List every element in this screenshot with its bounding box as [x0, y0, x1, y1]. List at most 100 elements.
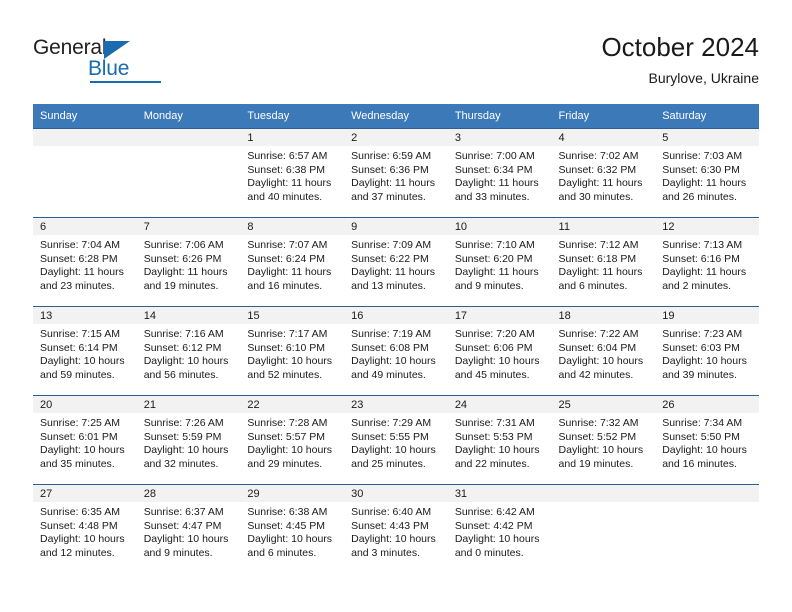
calendar-empty-cell	[655, 484, 759, 573]
day-info-line: Daylight: 10 hours	[454, 355, 540, 368]
calendar-day-cell[interactable]: 24 Sunrise: 7:31 AM Sunset: 5:53 PM Dayligh…	[447, 395, 552, 485]
day-info-line: Sunset: 5:50 PM	[662, 430, 740, 443]
day-info-line: Sunrise: 7:34 AM	[662, 417, 743, 429]
day-info-line: Sunset: 5:55 PM	[351, 430, 429, 443]
day-number: 25	[551, 396, 656, 413]
day-cell-inner: 31 Sunrise: 6:42 AM Sunset: 4:42 PM Dayligh…	[447, 485, 552, 573]
day-number: 7	[136, 218, 241, 235]
day-info-line: Sunrise: 7:19 AM	[351, 328, 432, 340]
calendar-day-cell[interactable]: 1 Sunrise: 6:57 AM Sunset: 6:38 PM Daylight…	[240, 128, 345, 218]
day-info-line: Sunrise: 6:59 AM	[351, 150, 432, 162]
day-cell-inner: 27 Sunrise: 6:35 AM Sunset: 4:48 PM Dayligh…	[33, 485, 137, 573]
calendar-day-cell[interactable]: 3 Sunrise: 7:00 AM Sunset: 6:34 PM Daylight…	[447, 128, 552, 218]
day-info-line: and 42 minutes.	[558, 368, 634, 381]
calendar-day-cell[interactable]: 25 Sunrise: 7:32 AM Sunset: 5:52 PM Dayligh…	[551, 395, 656, 485]
calendar-day-cell[interactable]: 31 Sunrise: 6:42 AM Sunset: 4:42 PM Dayligh…	[447, 484, 552, 573]
day-info-line: and 45 minutes.	[454, 368, 530, 381]
day-info-line: Daylight: 10 hours	[454, 533, 540, 546]
calendar-day-cell[interactable]: 4 Sunrise: 7:02 AM Sunset: 6:32 PM Daylight…	[551, 128, 656, 218]
day-info-line: Daylight: 10 hours	[351, 355, 436, 368]
weekday-header-thursday: Thursday	[447, 104, 552, 129]
calendar-day-cell[interactable]: 13 Sunrise: 7:15 AM Sunset: 6:14 PM Dayligh…	[33, 306, 137, 396]
calendar-day-cell[interactable]: 9 Sunrise: 7:09 AM Sunset: 6:22 PM Daylight…	[344, 217, 448, 307]
day-info-line: Sunrise: 6:37 AM	[143, 506, 224, 518]
day-info-line: Sunrise: 6:42 AM	[454, 506, 535, 518]
day-info-line: Sunset: 6:12 PM	[143, 341, 222, 354]
day-info-line: Daylight: 10 hours	[558, 444, 644, 457]
page-title: October 2024	[601, 32, 759, 62]
day-info-line: Daylight: 10 hours	[662, 444, 747, 457]
day-info-line: Sunset: 5:53 PM	[454, 430, 533, 443]
day-info-line: and 16 minutes.	[662, 457, 737, 470]
day-info-line: Daylight: 11 hours	[454, 177, 539, 190]
calendar-day-cell[interactable]: 28 Sunrise: 6:37 AM Sunset: 4:47 PM Dayligh…	[136, 484, 241, 573]
day-info-line: Daylight: 10 hours	[143, 355, 229, 368]
calendar-day-cell[interactable]: 6 Sunrise: 7:04 AM Sunset: 6:28 PM Daylight…	[33, 217, 137, 307]
day-number: 5	[655, 129, 759, 146]
calendar-day-cell[interactable]: 11 Sunrise: 7:12 AM Sunset: 6:18 PM Dayligh…	[551, 217, 656, 307]
day-number: 8	[240, 218, 345, 235]
calendar-day-cell[interactable]: 14 Sunrise: 7:16 AM Sunset: 6:12 PM Dayligh…	[136, 306, 241, 396]
calendar-day-cell[interactable]: 30 Sunrise: 6:40 AM Sunset: 4:43 PM Dayligh…	[344, 484, 448, 573]
weekday-header-saturday: Saturday	[655, 104, 759, 129]
calendar-day-cell[interactable]: 2 Sunrise: 6:59 AM Sunset: 6:36 PM Daylight…	[344, 128, 448, 218]
general-blue-logo[interactable]: General Blue	[33, 36, 163, 84]
day-info-line: and 59 minutes.	[40, 368, 115, 381]
day-sun-info: Sunrise: 7:19 AM Sunset: 6:08 PM Daylight:…	[344, 324, 448, 382]
day-info-line: and 16 minutes.	[247, 279, 323, 292]
day-number	[655, 485, 759, 502]
calendar-day-cell[interactable]: 29 Sunrise: 6:38 AM Sunset: 4:45 PM Dayligh…	[240, 484, 345, 573]
day-info-line: Daylight: 10 hours	[351, 533, 436, 546]
day-info-line: Sunrise: 7:16 AM	[143, 328, 224, 340]
day-sun-info: Sunrise: 7:04 AM Sunset: 6:28 PM Daylight:…	[33, 235, 137, 293]
day-cell-inner: 24 Sunrise: 7:31 AM Sunset: 5:53 PM Dayligh…	[447, 396, 552, 484]
calendar-day-cell[interactable]: 26 Sunrise: 7:34 AM Sunset: 5:50 PM Dayligh…	[655, 395, 759, 485]
day-info-line: and 19 minutes.	[143, 279, 219, 292]
day-sun-info: Sunrise: 7:29 AM Sunset: 5:55 PM Daylight:…	[344, 413, 448, 471]
calendar-day-cell[interactable]: 16 Sunrise: 7:19 AM Sunset: 6:08 PM Dayligh…	[344, 306, 448, 396]
day-info-line: Sunset: 4:48 PM	[40, 519, 118, 532]
day-info-line: Sunset: 6:18 PM	[558, 252, 637, 265]
calendar-day-cell[interactable]: 20 Sunrise: 7:25 AM Sunset: 6:01 PM Dayligh…	[33, 395, 137, 485]
calendar-day-cell[interactable]: 19 Sunrise: 7:23 AM Sunset: 6:03 PM Dayligh…	[655, 306, 759, 396]
day-number: 22	[240, 396, 345, 413]
calendar-day-cell[interactable]: 22 Sunrise: 7:28 AM Sunset: 5:57 PM Dayligh…	[240, 395, 345, 485]
day-info-line: Sunset: 6:38 PM	[247, 163, 326, 176]
calendar-day-cell[interactable]: 8 Sunrise: 7:07 AM Sunset: 6:24 PM Daylight…	[240, 217, 345, 307]
calendar-day-cell[interactable]: 7 Sunrise: 7:06 AM Sunset: 6:26 PM Daylight…	[136, 217, 241, 307]
day-cell-inner: 12 Sunrise: 7:13 AM Sunset: 6:16 PM Dayligh…	[655, 218, 759, 306]
day-info-line: and 35 minutes.	[40, 457, 115, 470]
day-info-line: Daylight: 11 hours	[351, 177, 435, 190]
day-info-line: Sunset: 6:36 PM	[351, 163, 429, 176]
day-info-line: and 30 minutes.	[558, 190, 634, 203]
day-info-line: Sunrise: 7:09 AM	[351, 239, 432, 251]
calendar-day-cell[interactable]: 5 Sunrise: 7:03 AM Sunset: 6:30 PM Daylight…	[655, 128, 759, 218]
day-info-line: Sunset: 6:10 PM	[247, 341, 326, 354]
calendar-day-cell[interactable]: 21 Sunrise: 7:26 AM Sunset: 5:59 PM Dayligh…	[136, 395, 241, 485]
page-header: General Blue October 2024 Burylove, Ukra…	[0, 0, 792, 104]
calendar-day-cell[interactable]: 12 Sunrise: 7:13 AM Sunset: 6:16 PM Dayligh…	[655, 217, 759, 307]
calendar-body: 1 Sunrise: 6:57 AM Sunset: 6:38 PM Daylight…	[33, 128, 759, 573]
day-number: 31	[447, 485, 552, 502]
calendar-day-cell[interactable]: 15 Sunrise: 7:17 AM Sunset: 6:10 PM Dayligh…	[240, 306, 345, 396]
day-cell-inner	[551, 485, 656, 573]
day-sun-info: Sunrise: 7:09 AM Sunset: 6:22 PM Daylight:…	[344, 235, 448, 293]
day-sun-info: Sunrise: 7:07 AM Sunset: 6:24 PM Daylight:…	[240, 235, 344, 293]
day-sun-info: Sunrise: 7:15 AM Sunset: 6:14 PM Daylight:…	[33, 324, 137, 382]
calendar-day-cell[interactable]: 23 Sunrise: 7:29 AM Sunset: 5:55 PM Dayligh…	[344, 395, 448, 485]
day-cell-inner: 13 Sunrise: 7:15 AM Sunset: 6:14 PM Dayligh…	[33, 307, 137, 395]
day-info-line: Daylight: 11 hours	[351, 266, 435, 279]
day-number: 2	[344, 129, 448, 146]
calendar-day-cell[interactable]: 17 Sunrise: 7:20 AM Sunset: 6:06 PM Dayligh…	[447, 306, 552, 396]
calendar-day-cell[interactable]: 18 Sunrise: 7:22 AM Sunset: 6:04 PM Dayligh…	[551, 306, 656, 396]
calendar-empty-cell	[136, 128, 241, 218]
day-info-line: and 32 minutes.	[143, 457, 219, 470]
day-info-line: and 9 minutes.	[454, 279, 524, 292]
day-number	[33, 129, 137, 146]
day-cell-inner: 29 Sunrise: 6:38 AM Sunset: 4:45 PM Dayligh…	[240, 485, 345, 573]
calendar-day-cell[interactable]: 27 Sunrise: 6:35 AM Sunset: 4:48 PM Dayligh…	[33, 484, 137, 573]
day-cell-inner: 9 Sunrise: 7:09 AM Sunset: 6:22 PM Daylight…	[344, 218, 448, 306]
day-info-line: Sunrise: 7:07 AM	[247, 239, 328, 251]
calendar-day-cell[interactable]: 10 Sunrise: 7:10 AM Sunset: 6:20 PM Dayligh…	[447, 217, 552, 307]
day-info-line: Sunset: 6:26 PM	[143, 252, 222, 265]
